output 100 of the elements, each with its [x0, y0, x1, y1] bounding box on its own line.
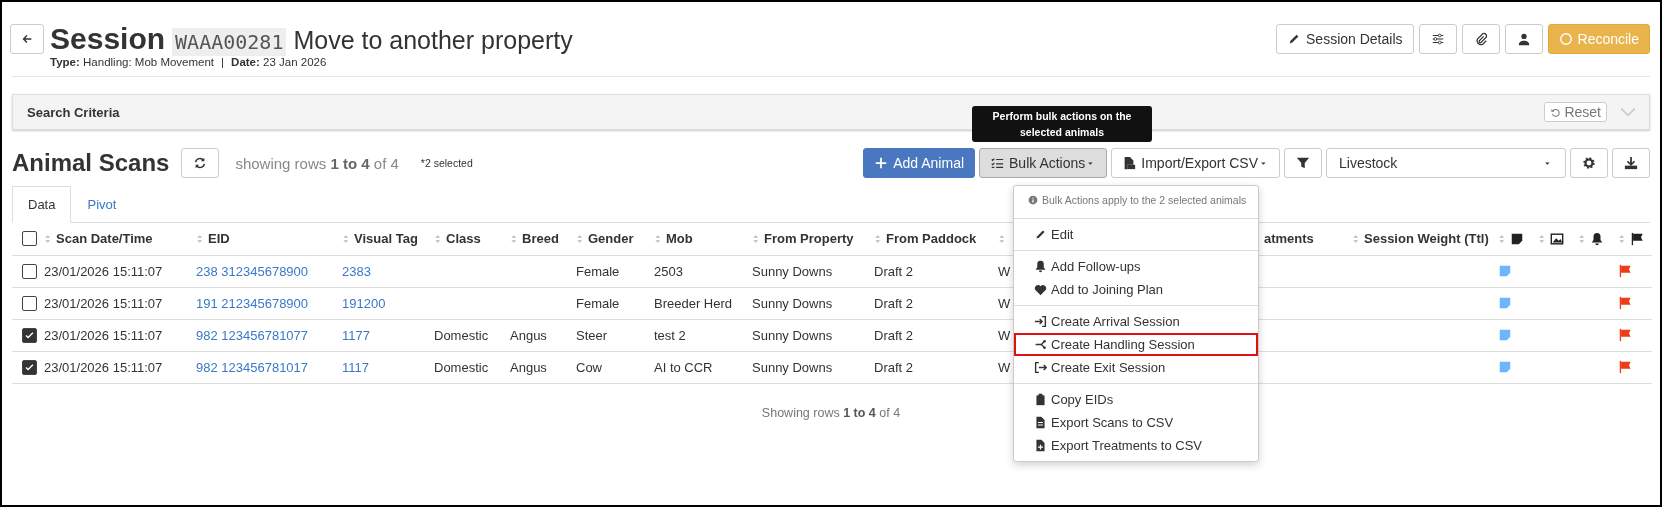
table-cell: Sunny Downs [752, 263, 833, 279]
attachment-button[interactable] [1461, 24, 1500, 54]
table-link[interactable]: 191200 [342, 295, 386, 311]
session-id: WAAA00281 [172, 28, 287, 56]
section-title: Animal Scans [12, 149, 170, 177]
table-link[interactable]: 238 312345678900 [196, 263, 309, 279]
tab[interactable]: Pivot [71, 186, 133, 223]
table-cell: W [998, 295, 1011, 311]
column-header[interactable]: EID [208, 231, 230, 247]
selection-count: *2 selected [420, 157, 473, 169]
table-cell: 2503 [654, 263, 683, 279]
menu-item[interactable]: Add Follow-ups [1014, 255, 1258, 278]
checkbox[interactable] [22, 327, 37, 343]
menu-hint: Bulk Actions apply to the 2 selected animals [1042, 194, 1247, 206]
table-cell: Domestic [434, 327, 489, 343]
table-link[interactable]: 982 123456781017 [196, 359, 309, 375]
tab[interactable]: Data [12, 186, 72, 223]
branch-arrow-icon [1034, 338, 1047, 351]
user-button[interactable] [1504, 24, 1543, 54]
menu-item[interactable]: Copy EIDs [1014, 388, 1258, 411]
table-link[interactable]: 1177 [342, 327, 370, 343]
refresh-button[interactable] [181, 148, 220, 178]
table-cell: test 2 [654, 327, 686, 343]
table-link[interactable]: 982 123456781077 [196, 327, 309, 343]
person-icon [1516, 32, 1531, 46]
table-cell: Angus [510, 327, 547, 343]
settings-button[interactable] [1570, 148, 1608, 178]
menu-item[interactable]: Add to Joining Plan [1014, 278, 1258, 301]
table-cell: Breeder Herd [654, 295, 733, 311]
table-cell: Draft 2 [874, 295, 913, 311]
undo-icon [1550, 106, 1562, 118]
row-count: showing rows 1 to 4 of 4 [235, 154, 399, 172]
pencil-icon [1034, 228, 1047, 241]
table-cell: Female [576, 263, 620, 279]
column-header[interactable]: Class [446, 231, 481, 247]
image-icon [1550, 231, 1564, 246]
table-cell: Female [576, 295, 620, 311]
menu-item[interactable]: Export Treatments to CSV [1014, 434, 1258, 457]
download-icon [1624, 156, 1638, 170]
row-count: Showing rows 1 to 4 of 4 [761, 405, 901, 420]
menu-item[interactable]: Export Scans to CSV [1014, 411, 1258, 434]
column-header[interactable]: From Property [764, 231, 854, 247]
menu-item[interactable]: Create Handling Session [1014, 333, 1258, 356]
table-link[interactable]: 2383 [342, 263, 371, 279]
flag-icon [1630, 231, 1644, 246]
menu-item[interactable]: Create Arrival Session [1014, 310, 1258, 333]
tooltip: Perform bulk actions on the selected animals [972, 106, 1152, 142]
pencil-icon [1287, 32, 1301, 46]
menu-item[interactable]: Create Exit Session [1014, 356, 1258, 379]
checkbox[interactable] [22, 231, 37, 247]
table-cell: 23/01/2026 15:11:07 [44, 263, 163, 279]
table-cell: Draft 2 [874, 327, 913, 343]
column-header[interactable]: atments [1264, 231, 1314, 247]
page-title: Session [50, 22, 166, 56]
checkbox[interactable] [22, 295, 37, 311]
download-button[interactable] [1612, 148, 1650, 178]
session-details-button[interactable]: Session Details [1276, 24, 1414, 54]
table-cell: Sunny Downs [752, 359, 833, 375]
back-button[interactable] [10, 24, 44, 54]
sliders-icon [1430, 32, 1445, 46]
column-header[interactable]: Scan Date/Time [56, 231, 153, 247]
refresh-icon [193, 156, 208, 170]
filter-button[interactable] [1284, 148, 1322, 178]
reset-button[interactable]: Reset [1544, 102, 1607, 122]
session-meta: Date: 23 Jan 2026 [231, 56, 327, 68]
column-header[interactable]: Gender [588, 231, 634, 247]
table-cell: AI to CCR [654, 359, 713, 375]
table-cell: Draft 2 [874, 359, 913, 375]
import-export-button[interactable]: Import/Export CSV [1111, 148, 1280, 178]
table-cell: 23/01/2026 15:11:07 [44, 327, 163, 343]
table-cell: Sunny Downs [752, 327, 833, 343]
menu-item[interactable]: Edit [1014, 223, 1258, 246]
column-header[interactable]: Mob [666, 231, 693, 247]
checklist-icon [990, 156, 1005, 170]
plus-icon [874, 156, 889, 170]
back-arrow-icon [20, 32, 34, 46]
check-icon [24, 329, 35, 341]
arrow-in-icon [1034, 315, 1047, 328]
livestock-select[interactable]: Livestock [1326, 148, 1566, 178]
column-header[interactable]: Breed [522, 231, 559, 247]
search-criteria-title: Search Criteria [27, 104, 120, 120]
table-cell: Angus [510, 359, 547, 375]
checkbox[interactable] [22, 359, 37, 375]
column-header[interactable]: Visual Tag [354, 231, 418, 247]
checkbox[interactable] [22, 263, 37, 279]
table-link[interactable]: 191 212345678900 [196, 295, 309, 311]
table-cell: Sunny Downs [752, 295, 833, 311]
arrow-out-icon [1034, 361, 1047, 374]
csv-file-icon [1122, 156, 1137, 170]
bulk-actions-button[interactable]: Bulk Actions [979, 148, 1108, 178]
table-cell: Cow [576, 359, 602, 375]
add-animal-button[interactable]: Add Animal [863, 148, 976, 178]
meta-separator: | [221, 56, 225, 68]
info-icon [1028, 195, 1038, 205]
circle-icon [1558, 32, 1573, 46]
table-link[interactable]: 1117 [342, 359, 369, 375]
column-header[interactable]: From Paddock [886, 231, 977, 247]
filter-icon [1296, 156, 1310, 170]
settings-icon [1582, 156, 1596, 170]
column-header[interactable]: Session Weight (Ttl) [1364, 231, 1489, 247]
